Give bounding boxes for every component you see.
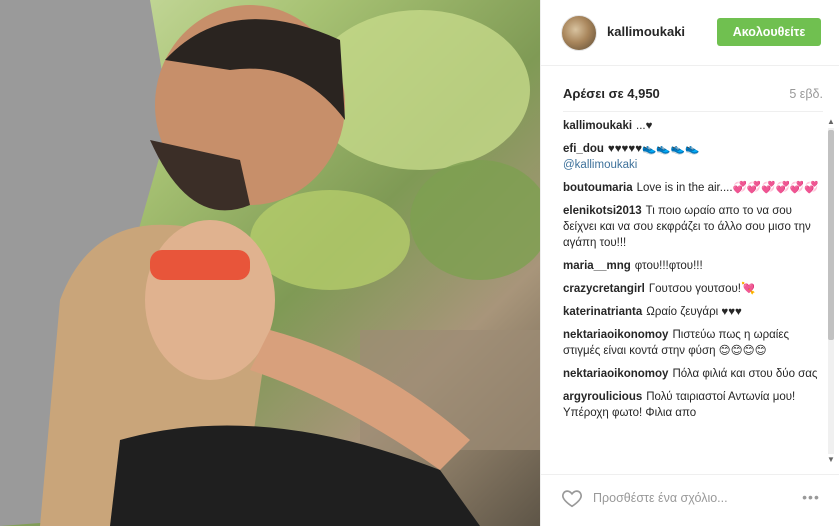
scroll-thumb[interactable] (828, 130, 834, 340)
comment-username[interactable]: boutoumaria (563, 182, 633, 194)
follow-button[interactable]: Ακολουθείτε (717, 18, 821, 46)
couple-photo-illustration (0, 0, 540, 526)
scroll-up-icon[interactable]: ▲ (827, 118, 835, 126)
divider (563, 111, 823, 112)
comment-text: φτου!!!φτου!!! (634, 260, 703, 272)
comment-item: boutoumaria Love is in the air....💞💞💞💞💞💞 (563, 180, 825, 196)
post-username[interactable]: kallimoukaki (607, 24, 685, 39)
comment-item: argyroulicious Πολύ ταιριαστοί Αντωνία μο… (563, 389, 825, 421)
post-sidebar: kallimoukaki Ακολουθείτε Αρέσει σε 4,950… (540, 0, 839, 526)
comment-item: nektariaoikonomoy Πιστεύω πως η ωραίες στ… (563, 327, 825, 359)
comment-username[interactable]: argyroulicious (563, 391, 642, 403)
heart-icon[interactable] (561, 487, 583, 509)
comment-mention[interactable]: @kallimoukaki (563, 159, 637, 171)
likes-count[interactable]: Αρέσει σε 4,950 (563, 86, 660, 101)
post-timestamp[interactable]: 5 εβδ. (789, 87, 823, 101)
comment-username[interactable]: maria__mng (563, 260, 631, 272)
comment-item: nektariaoikonomoy Πόλα φιλιά και στου δύο… (563, 366, 825, 382)
comment-username[interactable]: katerinatrianta (563, 306, 642, 318)
comment-item: crazycretangirl Γουτσου γουτσου!💘 (563, 281, 825, 297)
post-footer: ••• (541, 474, 839, 526)
comment-username[interactable]: efi_dou (563, 143, 604, 155)
comment-username[interactable]: nektariaoikonomoy (563, 368, 668, 380)
comment-username[interactable]: nektariaoikonomoy (563, 329, 668, 341)
more-options-icon[interactable]: ••• (799, 487, 823, 507)
comment-input[interactable] (593, 487, 783, 509)
post-header: kallimoukaki Ακολουθείτε (541, 0, 839, 66)
scroll-down-icon[interactable]: ▼ (827, 456, 835, 464)
post-photo[interactable] (0, 0, 540, 526)
comment-username[interactable]: elenikotsi2013 (563, 205, 642, 217)
comment-text: Love is in the air....💞💞💞💞💞💞 (636, 182, 819, 194)
comment-text: Πόλα φιλιά και στου δύο σας (672, 368, 818, 380)
likes-row: Αρέσει σε 4,950 5 εβδ. (563, 86, 823, 104)
comment-username[interactable]: crazycretangirl (563, 283, 645, 295)
comment-item: maria__mng φτου!!!φτου!!! (563, 258, 825, 274)
comment-item: kallimoukaki ...♥ (563, 118, 825, 134)
comment-text: Γουτσου γουτσου!💘 (648, 283, 756, 295)
comments-scrollbar[interactable]: ▲ ▼ (826, 118, 836, 464)
comment-username[interactable]: kallimoukaki (563, 120, 632, 132)
comment-text: ♥♥♥♥♥👟👟👟👟 (607, 143, 700, 155)
comment-text: Ωραίο ζευγάρι ♥♥♥ (646, 306, 742, 318)
comment-text: ...♥ (636, 120, 653, 132)
avatar[interactable] (561, 15, 597, 51)
comment-item: efi_dou ♥♥♥♥♥👟👟👟👟 @kallimoukaki (563, 141, 825, 173)
comment-item: elenikotsi2013 Τι ποιο ωραίο απο το να σο… (563, 203, 825, 251)
comments-list: kallimoukaki ...♥ efi_dou ♥♥♥♥♥👟👟👟👟 @kalli… (563, 118, 825, 464)
comment-item: katerinatrianta Ωραίο ζευγάρι ♥♥♥ (563, 304, 825, 320)
